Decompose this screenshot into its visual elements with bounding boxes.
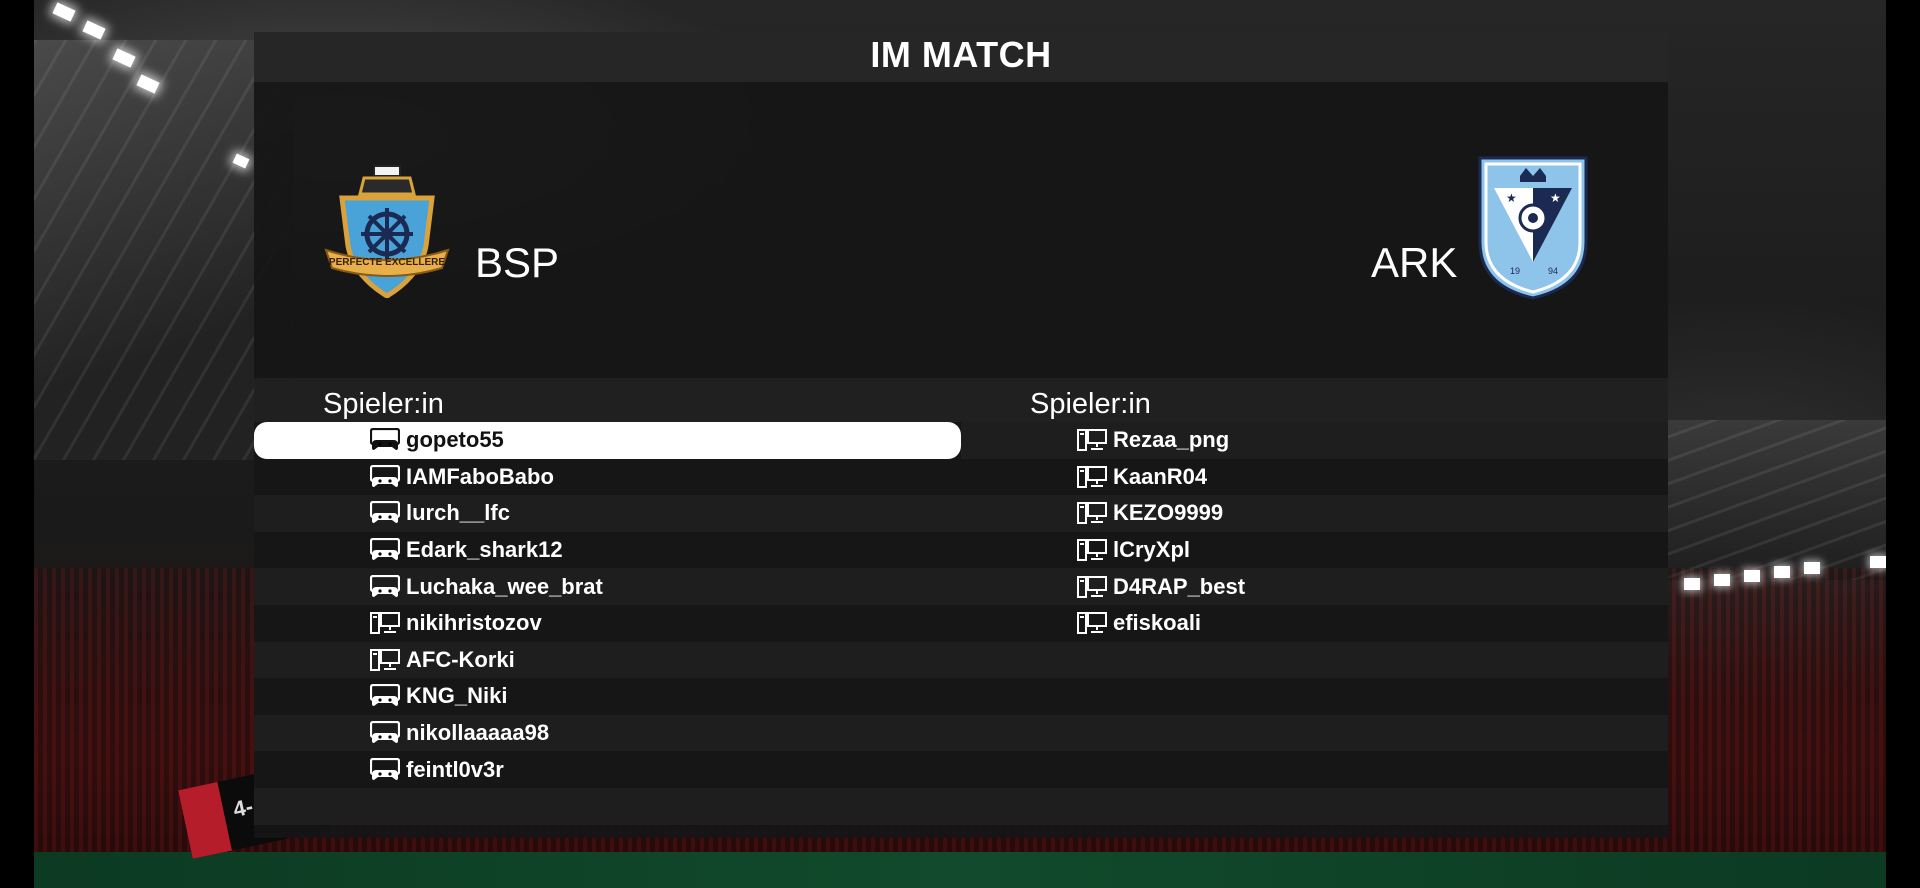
home-roster-header: Spieler:in: [254, 378, 961, 422]
pc-icon: [1077, 428, 1107, 452]
match-panel: IM MATCH PERFECTE EXCELLERE BSP ARK ★ ★: [254, 32, 1668, 838]
player-name: Rezaa_png: [1113, 427, 1230, 453]
away-player-row[interactable]: D4RAP_best: [961, 568, 1668, 605]
teams-header: PERFECTE EXCELLERE BSP ARK ★ ★ 19 94: [254, 82, 1668, 378]
home-player-row[interactable]: lurch__lfc: [254, 495, 961, 532]
pc-icon: [1077, 465, 1107, 489]
home-roster-list: gopeto55 IAMFaboBabo lurch__lfc Edark_shark…: [254, 422, 961, 825]
home-player-row[interactable]: feintl0v3r: [254, 751, 961, 788]
home-team-name: BSP: [475, 239, 560, 286]
home-roster: Spieler:in gopeto55 IAMFaboBabo lurch__lfc…: [254, 378, 961, 838]
empty-roster-slot: [961, 751, 1668, 788]
svg-text:★: ★: [1506, 191, 1517, 205]
floodlight: [1774, 566, 1790, 578]
svg-text:94: 94: [1548, 266, 1558, 276]
stadium-adboard: [34, 852, 1886, 888]
empty-roster-slot: [961, 678, 1668, 715]
console-icon: [370, 721, 400, 745]
player-name: D4RAP_best: [1113, 573, 1246, 599]
floodlight: [1870, 556, 1886, 568]
floodlight: [82, 20, 106, 40]
console-icon: [370, 757, 400, 782]
floodlight: [1804, 562, 1820, 574]
pc-icon: [1077, 501, 1107, 525]
away-team-name: ARK: [1371, 239, 1458, 286]
player-name: KEZO9999: [1113, 500, 1224, 526]
away-roster-list: Rezaa_png KaanR04 KEZO9999 lCryXpl D4RAP_bes…: [961, 422, 1668, 825]
home-player-row[interactable]: Edark_shark12: [254, 531, 961, 569]
pc-icon: [1077, 575, 1107, 599]
svg-text:PERFECTE EXCELLERE: PERFECTE EXCELLERE: [329, 257, 445, 268]
away-player-row[interactable]: Rezaa_png: [961, 422, 1668, 459]
console-icon: [370, 574, 400, 599]
home-player-row[interactable]: IAMFaboBabo: [254, 458, 961, 496]
svg-text:19: 19: [1510, 266, 1520, 276]
home-player-row[interactable]: nikihristozov: [254, 604, 961, 642]
away-team-crest-icon: ★ ★ 19 94: [1478, 156, 1588, 300]
player-name: gopeto55: [406, 427, 504, 453]
console-icon: [370, 538, 400, 562]
floodlight: [1714, 574, 1730, 586]
empty-roster-slot: [961, 787, 1668, 825]
away-player-row[interactable]: efiskoali: [961, 604, 1668, 642]
empty-roster-slot: [961, 641, 1668, 679]
away-roster-header: Spieler:in: [961, 378, 1668, 422]
console-icon: [370, 464, 400, 489]
player-name: KNG_Niki: [406, 683, 508, 709]
player-name: nikollaaaaa98: [406, 720, 550, 746]
player-name: feintl0v3r: [406, 756, 504, 782]
away-roster: Spieler:in Rezaa_png KaanR04 KEZO9999 lCryX…: [961, 378, 1668, 838]
home-player-row[interactable]: KNG_Niki: [254, 678, 961, 715]
floodlight: [1684, 578, 1700, 590]
player-name: lCryXpl: [1113, 537, 1191, 563]
empty-roster-slot: [961, 714, 1668, 752]
home-player-row[interactable]: nikollaaaaa98: [254, 714, 961, 752]
title-bar: IM MATCH: [254, 32, 1668, 82]
player-name: AFC-Korki: [406, 646, 515, 672]
away-player-row[interactable]: KaanR04: [961, 458, 1668, 496]
empty-roster-slot: [254, 787, 961, 825]
player-name: KaanR04: [1113, 463, 1208, 489]
home-player-row[interactable]: AFC-Korki: [254, 641, 961, 679]
home-team-crest-icon: PERFECTE EXCELLERE: [324, 165, 450, 298]
pc-icon: [370, 611, 400, 635]
pc-icon: [370, 648, 400, 672]
page-title: IM MATCH: [870, 34, 1052, 75]
pc-icon: [1077, 611, 1107, 635]
console-icon: [370, 684, 400, 708]
pc-icon: [1077, 538, 1107, 562]
player-name: nikihristozov: [406, 610, 542, 636]
svg-text:★: ★: [1550, 191, 1561, 205]
player-name: lurch__lfc: [406, 500, 510, 526]
floodlight: [52, 2, 76, 22]
home-player-row[interactable]: Luchaka_wee_brat: [254, 568, 961, 605]
stadium-roof-right: [1646, 420, 1886, 580]
console-icon: [370, 428, 400, 452]
console-icon: [370, 501, 400, 525]
away-player-row[interactable]: KEZO9999: [961, 495, 1668, 532]
player-name: IAMFaboBabo: [406, 463, 554, 489]
player-name: Luchaka_wee_brat: [406, 573, 603, 599]
away-player-row[interactable]: lCryXpl: [961, 531, 1668, 569]
player-name: efiskoali: [1113, 610, 1202, 636]
floodlight: [1744, 570, 1760, 582]
home-player-row[interactable]: gopeto55: [254, 422, 961, 459]
player-name: Edark_shark12: [406, 537, 563, 563]
